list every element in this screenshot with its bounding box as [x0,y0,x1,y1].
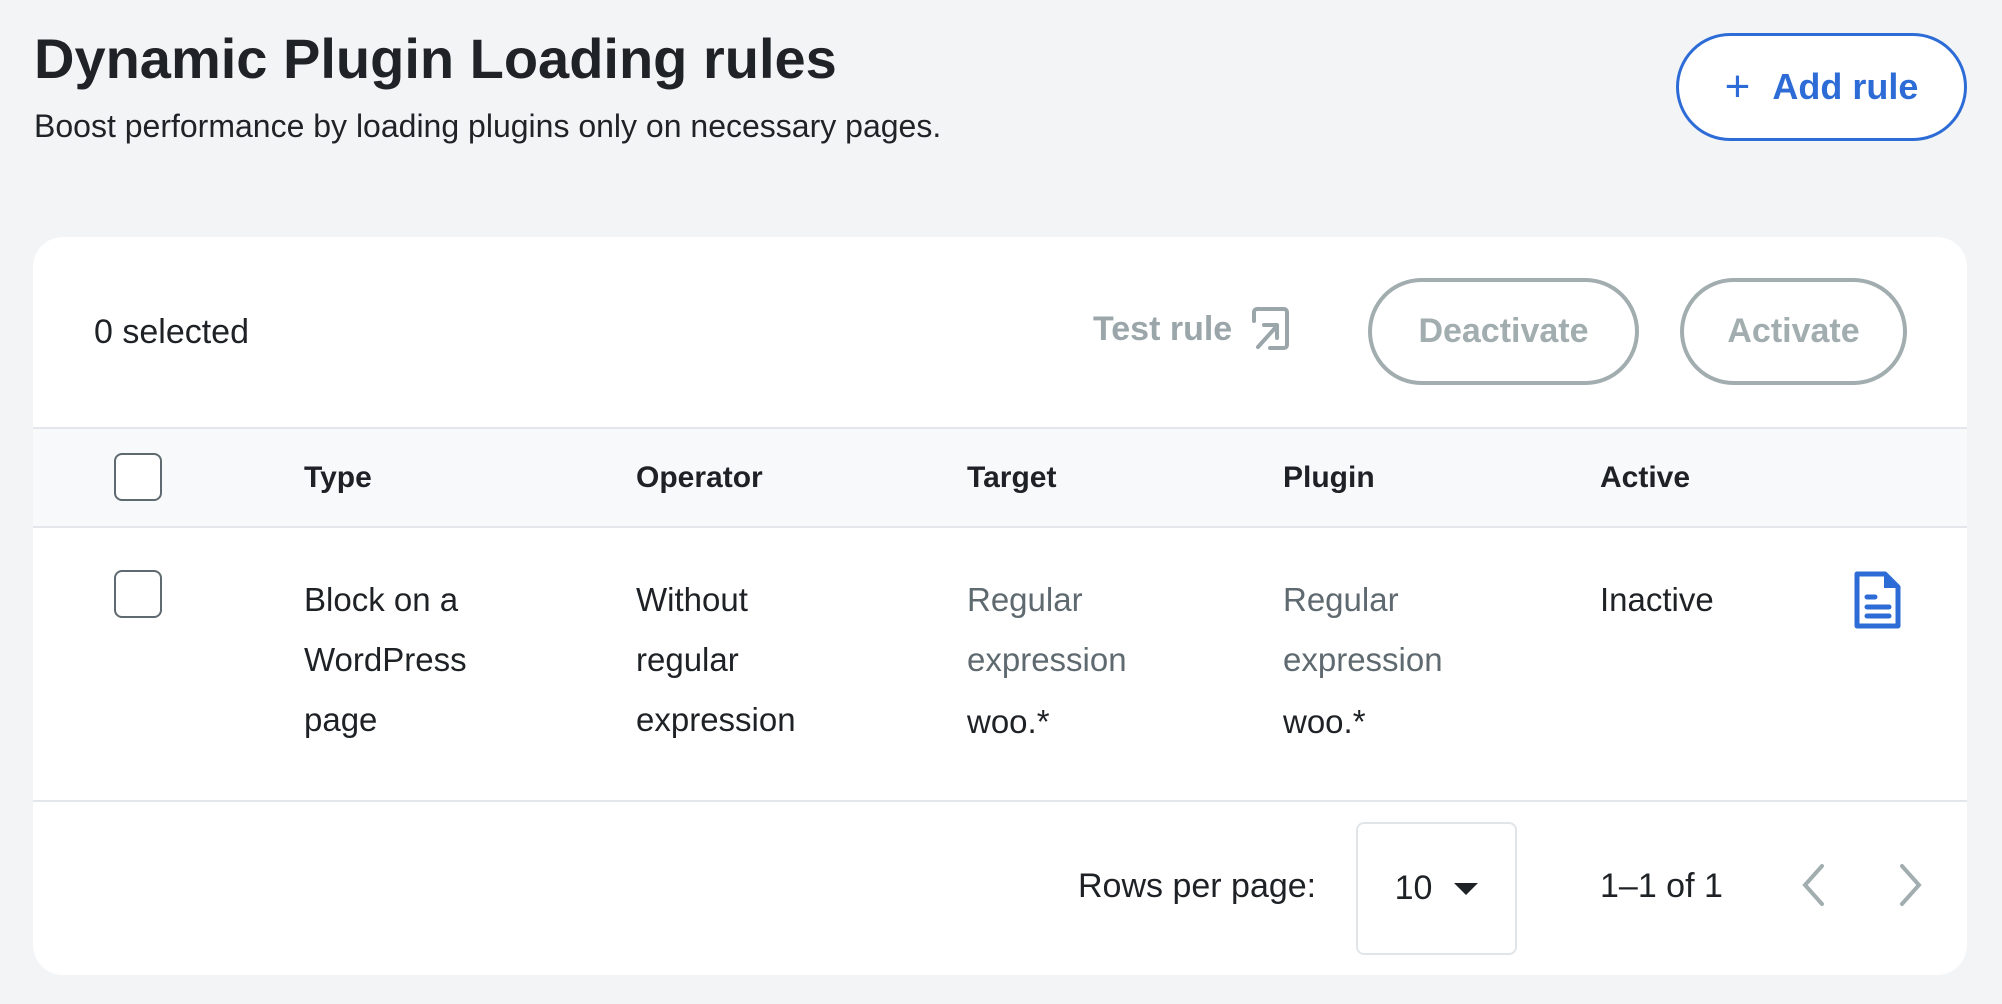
rows-per-page-select[interactable]: 10 [1356,822,1517,955]
rows-per-page-label: Rows per page: [1078,867,1317,905]
cell-plugin-kind: Regular expression [1283,581,1443,678]
document-icon[interactable] [1853,571,1901,629]
rules-card: 0 selected Test rule Deactivate Activate… [33,237,1967,975]
column-target[interactable]: Target [967,461,1056,495]
next-page-icon[interactable] [1896,862,1926,908]
plus-icon: + [1724,62,1751,111]
add-rule-button[interactable]: + Add rule [1676,33,1967,141]
cell-type: Block on a WordPress page [304,581,467,738]
test-rule-label: Test rule [1093,309,1233,348]
cell-active: Inactive [1600,581,1714,618]
column-type[interactable]: Type [304,461,372,495]
deactivate-button[interactable]: Deactivate [1368,278,1639,385]
activate-button[interactable]: Activate [1680,278,1907,385]
rows-per-page-value: 10 [1394,869,1433,907]
previous-page-icon[interactable] [1798,862,1828,908]
cell-plugin-value: woo.* [1283,703,1366,740]
row-divider [33,800,1967,802]
table-header: Type Operator Target Plugin Active [33,427,1967,528]
caret-down-icon [1454,882,1479,895]
page-subtitle: Boost performance by loading plugins onl… [34,108,942,144]
add-rule-label: Add rule [1772,66,1919,107]
column-plugin[interactable]: Plugin [1283,461,1375,495]
test-rule-button[interactable]: Test rule [1093,307,1290,351]
cell-target-kind: Regular expression [967,581,1127,678]
select-all-checkbox[interactable] [114,453,162,501]
pagination-range: 1–1 of 1 [1600,867,1723,905]
cell-operator: Without regular expression [636,581,796,738]
page-title: Dynamic Plugin Loading rules [34,27,837,90]
row-checkbox[interactable] [114,570,162,618]
column-active[interactable]: Active [1600,461,1690,495]
selected-count: 0 selected [94,313,249,351]
external-link-icon [1252,307,1290,350]
column-operator[interactable]: Operator [636,461,763,495]
cell-target-value: woo.* [967,703,1050,740]
